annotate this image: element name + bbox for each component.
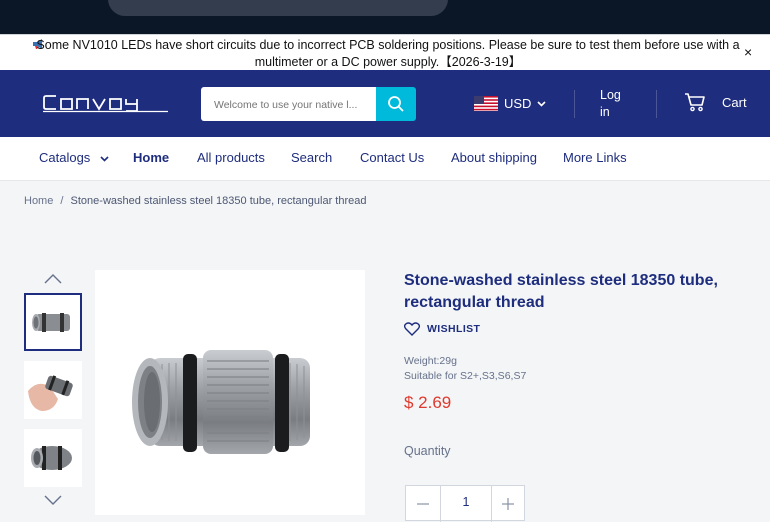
heart-icon <box>404 322 420 336</box>
tube-thumbnail-icon <box>31 446 72 470</box>
search-button[interactable] <box>376 87 416 121</box>
top-pill <box>108 0 448 16</box>
announcement-text: Some NV1010 LEDs have short circuits due… <box>36 38 740 69</box>
nav-item-catalogs[interactable]: Catalogs <box>39 150 109 165</box>
product-title: Stone-washed stainless steel 18350 tube,… <box>404 272 718 311</box>
minus-icon <box>417 503 429 505</box>
hand-holding-tube-icon <box>28 375 73 411</box>
login-link[interactable]: Log in <box>600 87 630 121</box>
cart-icon <box>685 93 705 112</box>
breadcrumb-current: Stone-washed stainless steel 18350 tube,… <box>70 195 367 207</box>
nav-item-label: Catalogs <box>39 150 91 165</box>
product-price: $ 2.69 <box>404 393 452 412</box>
divider <box>656 90 657 118</box>
main-nav: Catalogs Home All products Search Contac… <box>0 137 770 181</box>
cart-link[interactable]: Cart <box>684 92 747 112</box>
chevron-down-icon <box>100 156 109 162</box>
search-icon <box>388 96 404 112</box>
thumbnail-2[interactable] <box>24 361 82 419</box>
site-header: USD Log in Cart <box>0 70 770 137</box>
browser-top-bar <box>0 0 770 34</box>
nav-item-home[interactable]: Home <box>133 150 169 165</box>
announcement-bar: Some NV1010 LEDs have short circuits due… <box>0 34 770 70</box>
product-specs: Weight:29g Suitable for S2+,S3,S6,S7 <box>404 354 526 384</box>
wishlist-label: WISHLIST <box>427 323 481 335</box>
nav-item-more-links[interactable]: More Links <box>563 150 627 165</box>
plus-icon <box>502 498 514 510</box>
nav-item-search[interactable]: Search <box>291 150 332 165</box>
tube-thumbnail-icon <box>32 313 70 332</box>
search-input[interactable] <box>212 98 376 112</box>
thumbnail-3[interactable] <box>24 429 82 487</box>
login-label: Log in <box>600 88 621 119</box>
nav-item-all-products[interactable]: All products <box>197 150 265 165</box>
product-main-image[interactable] <box>95 270 365 515</box>
logo[interactable] <box>42 92 170 119</box>
nav-item-contact-us[interactable]: Contact Us <box>360 150 424 165</box>
breadcrumb-home[interactable]: Home <box>24 195 53 207</box>
currency-label: USD <box>504 96 532 111</box>
wishlist-button[interactable]: WISHLIST <box>404 322 480 336</box>
quantity-label: Quantity <box>404 444 451 458</box>
close-icon[interactable]: × <box>744 44 752 60</box>
product-weight: Weight:29g <box>404 355 457 367</box>
quantity-stepper: 1 <box>405 485 525 522</box>
us-flag-icon <box>474 96 498 111</box>
divider <box>574 90 575 118</box>
quantity-input[interactable]: 1 <box>440 486 492 522</box>
thumbnail-1[interactable] <box>24 293 82 351</box>
cart-label: Cart <box>722 94 747 110</box>
chevron-down-icon[interactable] <box>44 495 62 505</box>
search-box <box>201 87 376 121</box>
nav-item-about-shipping[interactable]: About shipping <box>451 150 537 165</box>
breadcrumb: Home / Stone-washed stainless steel 1835… <box>24 195 367 207</box>
quantity-decrease-button[interactable] <box>406 486 440 522</box>
convoy-logo-icon <box>43 95 168 113</box>
currency-selector[interactable]: USD <box>474 96 547 111</box>
breadcrumb-separator: / <box>60 195 64 207</box>
product-compatibility: Suitable for S2+,S3,S6,S7 <box>404 370 527 382</box>
chevron-up-icon[interactable] <box>44 274 62 284</box>
chevron-down-icon <box>537 100 547 107</box>
quantity-increase-button[interactable] <box>491 486 525 522</box>
tube-product-image <box>132 350 310 454</box>
